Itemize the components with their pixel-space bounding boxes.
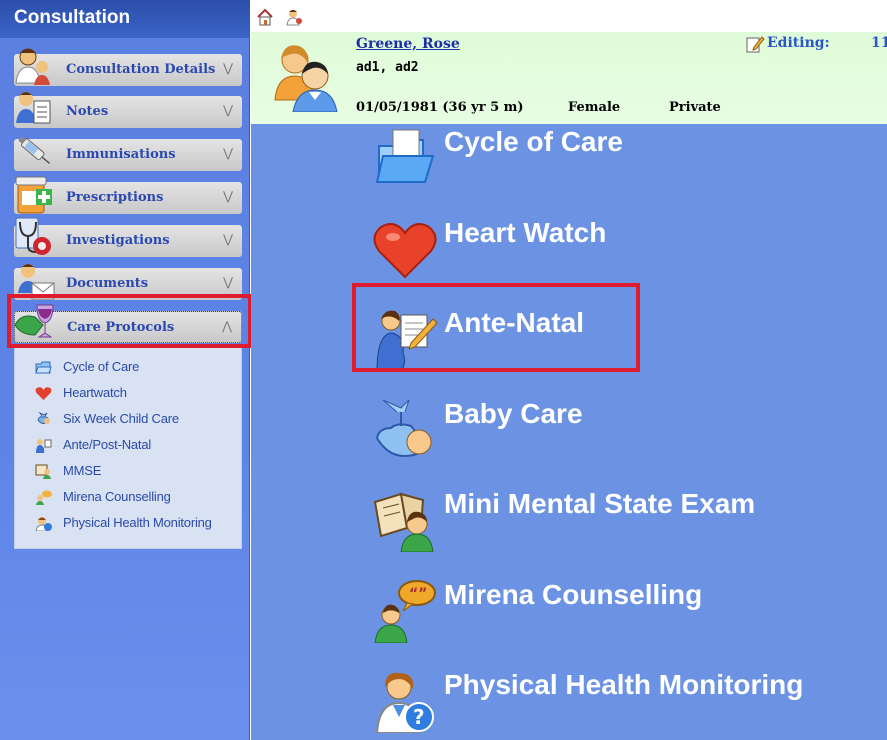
care-protocol-label: Heartwatch <box>63 385 127 400</box>
svg-text:?: ? <box>413 705 425 729</box>
sidebar: Consultation Consultation Details ⋁ Note… <box>0 0 252 740</box>
baby-icon <box>37 412 50 424</box>
sidebar-group-label: Immunisations <box>66 147 176 162</box>
svg-text:“”: “” <box>409 586 427 602</box>
sidebar-group-label: Prescriptions <box>66 190 164 205</box>
editing-value: 11 <box>871 35 887 51</box>
menu-item-cycle-of-care[interactable]: Cycle of Care <box>371 126 661 196</box>
stethoscope-icon <box>15 217 51 255</box>
menu-item-label: Heart Watch <box>444 217 607 248</box>
sidebar-group-label: Documents <box>66 276 149 291</box>
sidebar-group-label: Investigations <box>66 233 170 248</box>
health-monitor-icon <box>35 517 52 531</box>
syringe-icon <box>18 136 51 165</box>
heart-icon <box>35 387 52 400</box>
sidebar-group-prescriptions[interactable]: Prescriptions ⋁ <box>14 176 242 214</box>
doctor-patient-icon <box>15 48 50 85</box>
menu-item-baby-care[interactable]: Baby Care <box>371 398 661 468</box>
heart-icon <box>373 223 437 279</box>
menu-item-label: Cycle of Care <box>444 126 623 157</box>
sidebar-group-consultation-details[interactable]: Consultation Details ⋁ <box>14 48 242 86</box>
chevron-down-icon[interactable]: ⋁ <box>223 189 233 203</box>
menu-item-mirena-counselling[interactable]: “” Mirena Counselling <box>371 579 791 649</box>
prescription-bottle-icon <box>15 176 52 214</box>
patient-sex: Female <box>568 100 621 115</box>
patient-avatar-icon <box>274 45 338 112</box>
mental-exam-icon <box>373 492 434 552</box>
notes-person-icon <box>16 92 51 124</box>
consultation-window: Consultation Consultation Details ⋁ Note… <box>0 0 887 740</box>
highlight-box-ante-natal <box>352 283 640 372</box>
counselling-icon: “” <box>374 580 436 643</box>
patient-dob: 01/05/1981 (36 yr 5 m) <box>356 100 524 115</box>
patient-header: Greene, Rose ad1, ad2 01/05/1981 (36 yr … <box>251 32 887 124</box>
sidebar-group-investigations[interactable]: Investigations ⋁ <box>14 217 242 257</box>
care-protocols-list: Cycle of Care Heartwatch Six Week Child … <box>14 346 242 549</box>
chevron-down-icon[interactable]: ⋁ <box>223 275 233 289</box>
care-protocol-label: Six Week Child Care <box>63 411 179 426</box>
sidebar-group-label: Notes <box>66 104 109 119</box>
highlight-box-care-protocols <box>7 294 252 348</box>
sidebar-group-immunisations[interactable]: Immunisations ⋁ <box>14 136 242 171</box>
care-protocol-label: Physical Health Monitoring <box>63 515 212 530</box>
care-protocols-panel: Cycle of Care Heart Watch Ante-Natal Bab… <box>251 124 887 740</box>
chevron-down-icon[interactable]: ⋁ <box>223 103 233 117</box>
menu-item-heart-watch[interactable]: Heart Watch <box>371 217 661 287</box>
menu-item-label: Physical Health Monitoring <box>444 669 804 700</box>
patient-icon[interactable] <box>285 8 303 26</box>
baby-icon <box>375 399 432 457</box>
folder-icon <box>35 361 52 374</box>
menu-item-label: Baby Care <box>444 398 583 429</box>
pregnancy-icon <box>36 439 52 453</box>
sidebar-group-notes[interactable]: Notes ⋁ <box>14 92 242 128</box>
care-protocol-label: MMSE <box>63 463 102 478</box>
menu-item-label: Mirena Counselling <box>444 579 703 610</box>
menu-item-label: Mini Mental State Exam <box>444 488 756 519</box>
health-monitor-icon: ? <box>375 672 434 733</box>
patient-address: ad1, ad2 <box>356 60 419 75</box>
menu-item-mini-mental-state-exam[interactable]: Mini Mental State Exam <box>371 488 831 558</box>
counselling-icon <box>36 490 52 505</box>
top-toolbar <box>251 0 887 32</box>
care-protocol-label: Cycle of Care <box>63 359 140 374</box>
care-protocol-label: Mirena Counselling <box>63 489 171 504</box>
home-icon[interactable] <box>256 8 274 26</box>
mental-exam-icon <box>35 464 51 479</box>
sidebar-title: Consultation <box>0 0 250 38</box>
editing-label: Editing: <box>767 35 830 51</box>
editing-icon <box>746 36 765 53</box>
chevron-down-icon[interactable]: ⋁ <box>223 232 233 246</box>
sidebar-group-label: Consultation Details <box>66 62 216 77</box>
care-protocol-label: Ante/Post-Natal <box>63 437 152 452</box>
folder-icon <box>375 129 435 183</box>
menu-item-physical-health-monitoring[interactable]: ? Physical Health Monitoring <box>371 669 861 739</box>
patient-billing: Private <box>669 100 721 115</box>
patient-name-link[interactable]: Greene, Rose <box>356 36 460 52</box>
chevron-down-icon[interactable]: ⋁ <box>223 146 233 160</box>
chevron-down-icon[interactable]: ⋁ <box>223 61 233 75</box>
